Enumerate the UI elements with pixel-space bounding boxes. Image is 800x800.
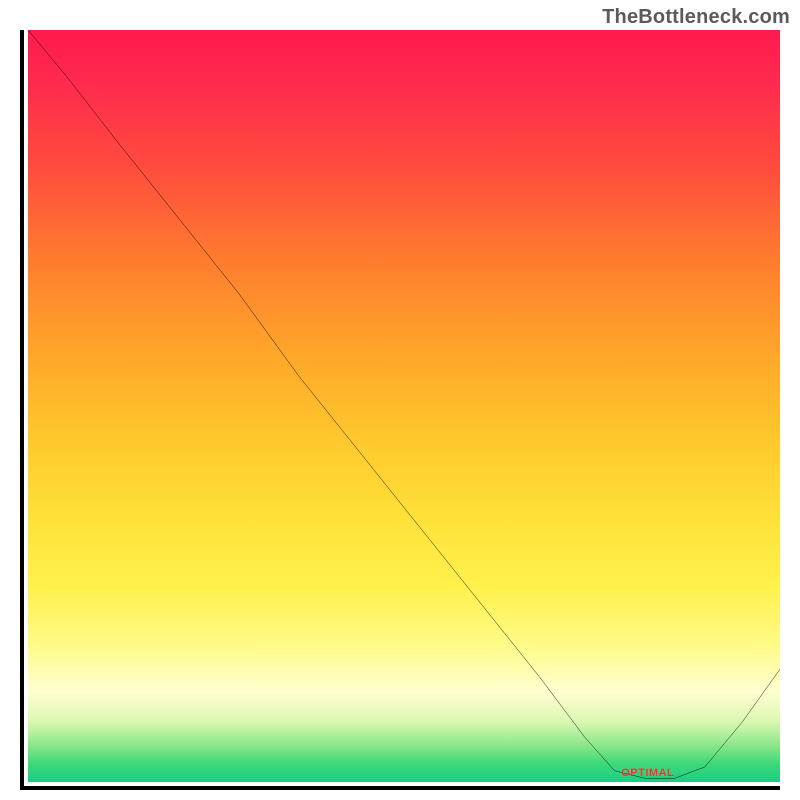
optimal-zone-label: OPTIMAL <box>621 767 674 779</box>
bottleneck-curve <box>28 30 780 782</box>
curve-line <box>28 30 780 778</box>
plot-area: OPTIMAL <box>20 30 780 790</box>
attribution-label: TheBottleneck.com <box>602 6 790 29</box>
chart-root: TheBottleneck.com OPTIMAL <box>0 0 800 800</box>
